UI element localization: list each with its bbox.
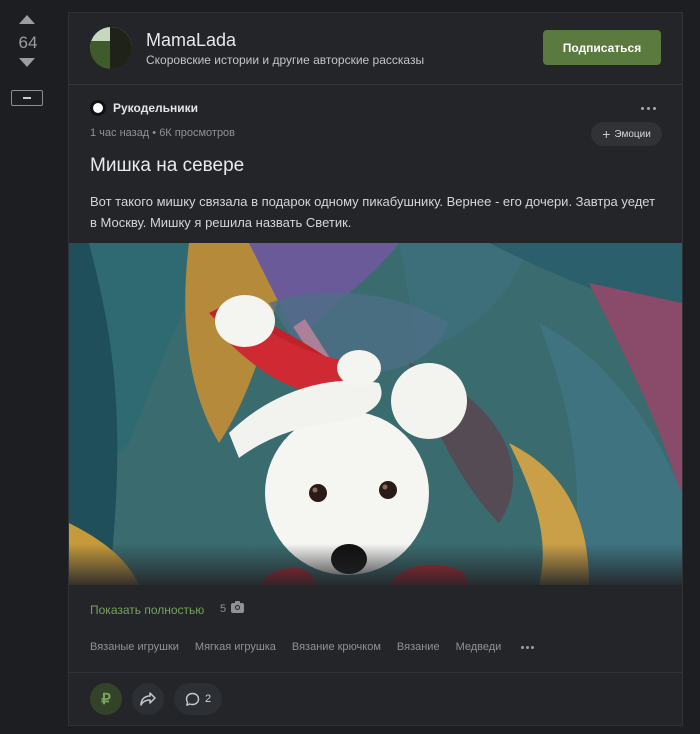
community-header: MamaLada Скоровские истории и другие авт… <box>69 13 682 85</box>
tags-more-icon[interactable] <box>517 645 535 649</box>
more-dots-icon[interactable] <box>641 103 657 113</box>
tag-knitted-toys[interactable]: Вязаные игрушки <box>90 641 179 653</box>
comment-icon <box>185 692 200 706</box>
post-text: Вот такого мишку связала в подарок одном… <box>90 194 656 230</box>
subscribe-button[interactable]: Подписаться <box>543 30 661 65</box>
vote-up-icon[interactable] <box>19 15 35 24</box>
donate-button[interactable]: ₽ <box>90 683 122 715</box>
post-meta: 1 час назад • 6К просмотров <box>90 127 236 139</box>
tag-knitting[interactable]: Вязание <box>397 641 440 653</box>
post-title[interactable]: Мишка на севере <box>90 155 244 177</box>
comments-button[interactable]: 2 <box>174 683 223 715</box>
vote-down-icon[interactable] <box>19 58 35 67</box>
tag-bears[interactable]: Медведи <box>456 641 502 653</box>
photo-count: 5 <box>220 603 227 615</box>
comment-count: 2 <box>205 693 212 705</box>
rating-rail: 64 <box>0 0 56 734</box>
tag-list: Вязаные игрушки Мягкая игрушка Вязание к… <box>90 641 535 653</box>
author-name[interactable]: Рукодельники <box>113 101 198 115</box>
camera-icon <box>231 601 244 613</box>
share-button[interactable] <box>132 683 164 715</box>
emotions-label: Эмоции <box>614 128 651 140</box>
share-icon <box>140 692 156 706</box>
community-name[interactable]: MamaLada <box>146 30 236 51</box>
author-avatar[interactable] <box>90 100 106 116</box>
post-card: MamaLada Скоровские истории и другие авт… <box>68 12 683 726</box>
post-actions: ₽ 2 <box>90 683 223 715</box>
tag-soft-toy[interactable]: Мягкая игрушка <box>195 641 276 653</box>
community-avatar[interactable] <box>90 27 132 69</box>
post-photo[interactable] <box>69 243 682 585</box>
tag-crochet[interactable]: Вязание крючком <box>292 641 381 653</box>
divider <box>69 672 682 673</box>
rating-value: 64 <box>18 33 38 52</box>
emotions-button[interactable]: + Эмоции <box>591 122 662 146</box>
page: 64 MamaLada Скоровские истории и другие … <box>0 0 700 734</box>
show-full-link[interactable]: Показать полностью <box>90 603 204 617</box>
collapse-icon <box>23 97 31 99</box>
ruble-icon: ₽ <box>101 691 111 708</box>
collapse-button[interactable] <box>11 90 43 106</box>
plus-icon: + <box>602 126 611 142</box>
community-description: Скоровские истории и другие авторские ра… <box>146 53 425 67</box>
